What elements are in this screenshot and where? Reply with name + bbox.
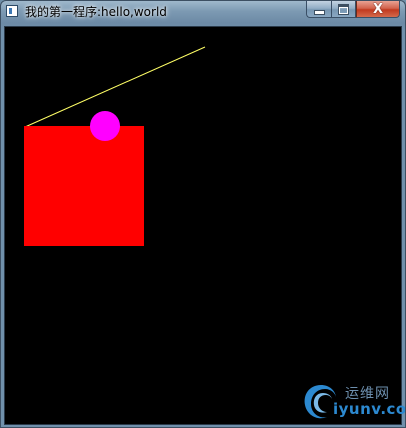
watermark: 运维网 iyunv.com [301,379,405,423]
minimize-button[interactable] [306,1,331,18]
scene-svg [24,46,206,246]
minimize-icon [313,9,325,15]
close-icon: X [372,1,384,17]
caption-buttons: X [306,1,400,19]
watermark-latin: iyunv.com [333,400,406,418]
window-title: 我的第一程序:hello,world [25,5,167,19]
drawing-canvas: 运维网 iyunv.com [4,26,405,425]
window-icon[interactable] [6,5,18,17]
maximize-icon [338,3,349,15]
magenta-circle [90,111,120,141]
app-window: 我的第一程序:hello,world X 运维网 iyunv.com [0,0,406,428]
maximize-button[interactable] [331,1,356,18]
close-button[interactable]: X [356,1,400,18]
title-bar[interactable]: 我的第一程序:hello,world X [1,1,405,23]
red-square [24,126,144,246]
